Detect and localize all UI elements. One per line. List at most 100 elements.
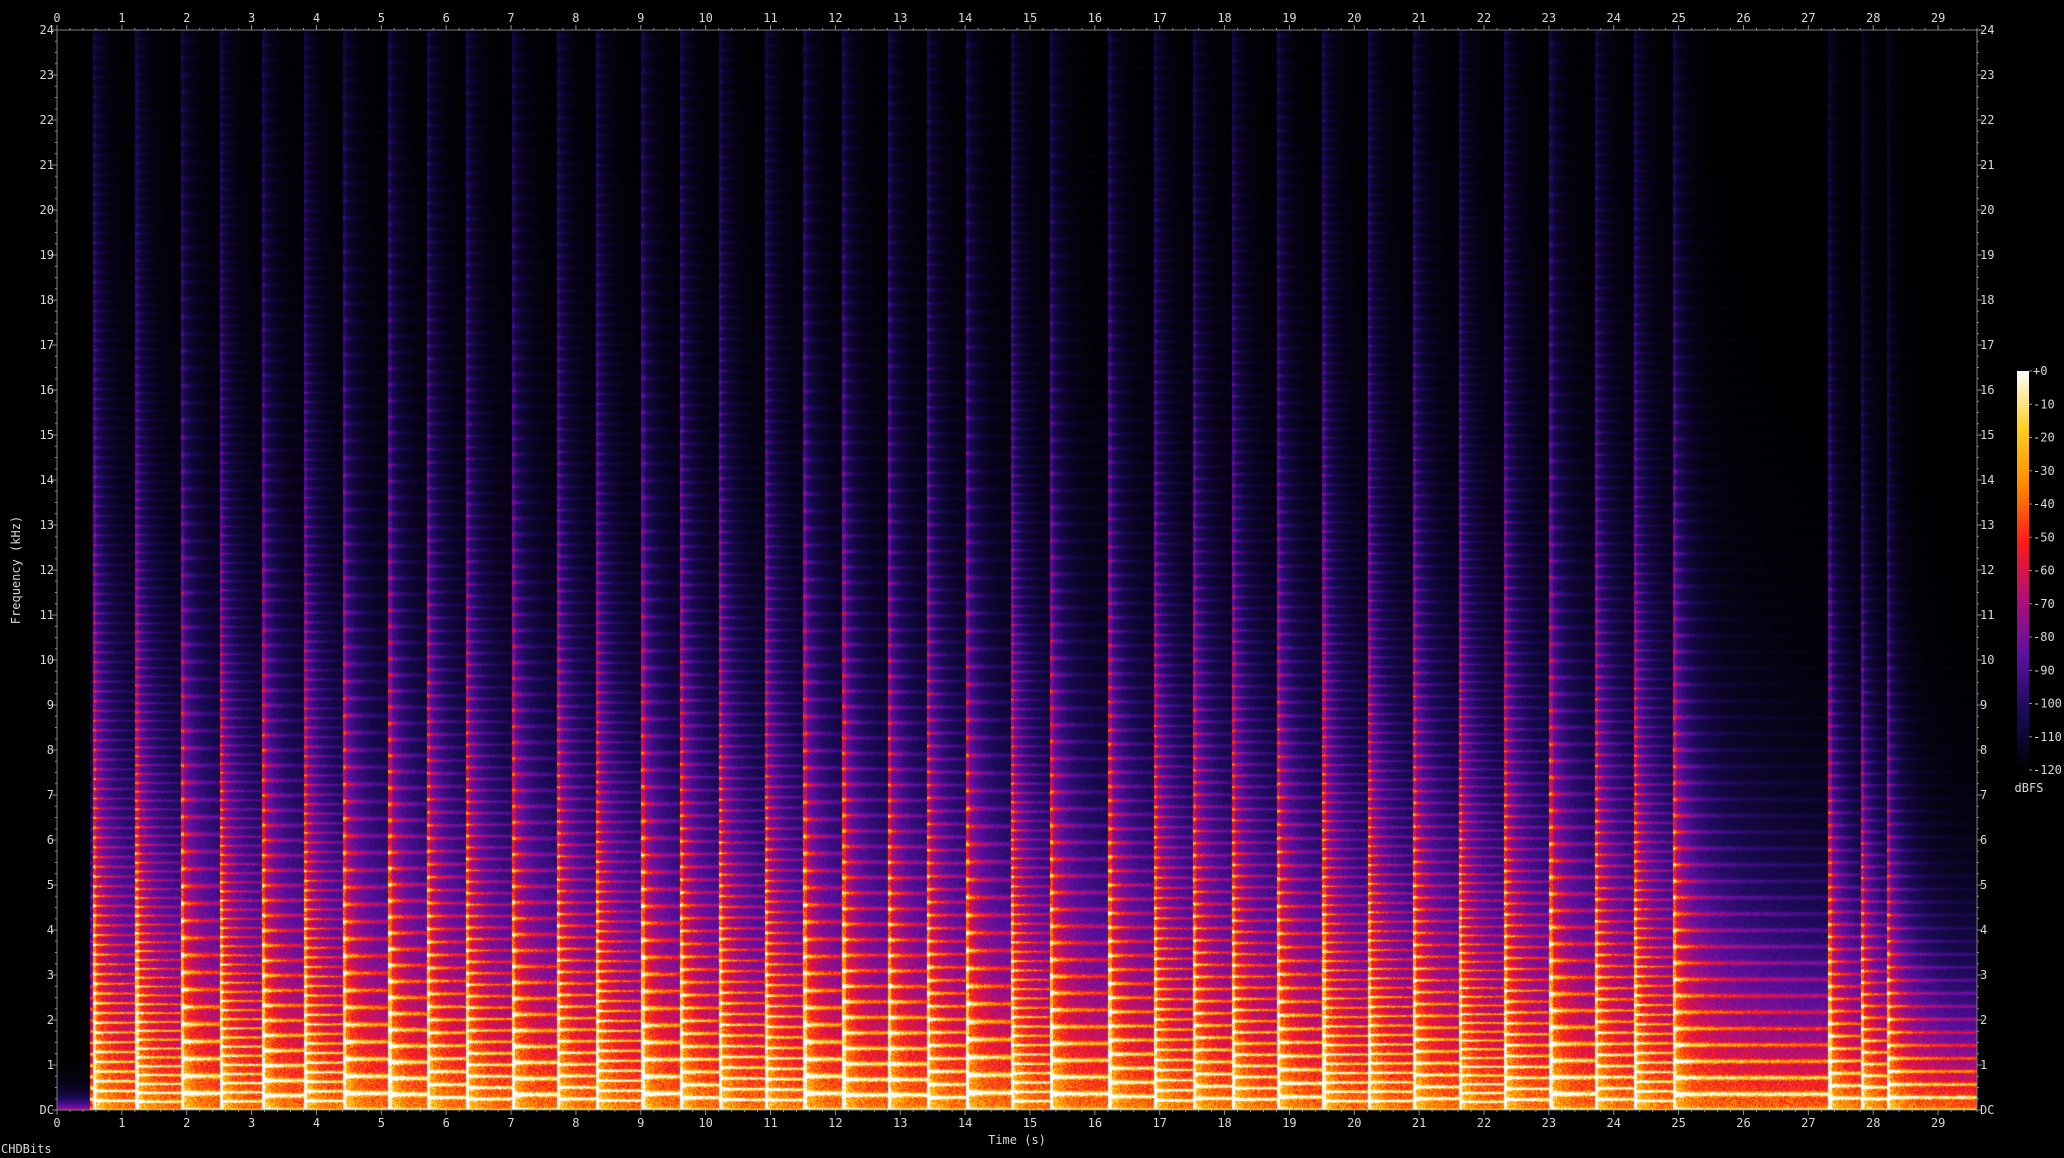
- y-tick-label-left: 3: [47, 968, 54, 982]
- y-tick-label-right: 23: [1980, 68, 1994, 82]
- x-tick-label-bottom: 23: [1542, 1116, 1556, 1130]
- y-tick-label-left: 15: [40, 428, 54, 442]
- y-tick-label-right: 17: [1980, 338, 1994, 352]
- y-tick-label-left: 16: [40, 383, 54, 397]
- x-tick-label-top: 26: [1736, 11, 1750, 25]
- x-tick-label-bottom: 15: [1023, 1116, 1037, 1130]
- x-tick-label-bottom: 4: [313, 1116, 320, 1130]
- x-tick-label-bottom: 7: [507, 1116, 514, 1130]
- y-tick-label-left: 1: [47, 1058, 54, 1072]
- x-tick-label-top: 1: [118, 11, 125, 25]
- x-tick-label-bottom: 13: [893, 1116, 907, 1130]
- colorbar-tick-label: -90: [2033, 663, 2055, 677]
- y-tick-label-left: 13: [40, 518, 54, 532]
- x-tick-label-bottom: 1: [118, 1116, 125, 1130]
- x-tick-label-bottom: 19: [1282, 1116, 1296, 1130]
- y-tick-label-right: 10: [1980, 653, 1994, 667]
- x-tick-label-bottom: 2: [183, 1116, 190, 1130]
- x-tick-label-bottom: 26: [1736, 1116, 1750, 1130]
- x-tick-label-top: 24: [1607, 11, 1621, 25]
- y-tick-label-left: 8: [47, 743, 54, 757]
- y-tick-label-right: 5: [1980, 878, 1987, 892]
- x-tick-label-bottom: 22: [1477, 1116, 1491, 1130]
- y-axis-title: Frequency (kHz): [9, 516, 23, 624]
- y-tick-label-right: 24: [1980, 23, 1994, 37]
- colorbar-label: dBFS: [2015, 781, 2044, 795]
- x-tick-label-top: 20: [1347, 11, 1361, 25]
- y-tick-label-right: 3: [1980, 968, 1987, 982]
- x-tick-label-top: 6: [443, 11, 450, 25]
- y-tick-label-left: 22: [40, 113, 54, 127]
- x-tick-label-bottom: 0: [53, 1116, 60, 1130]
- y-tick-label-left: 17: [40, 338, 54, 352]
- y-tick-label-right: 21: [1980, 158, 1994, 172]
- x-tick-label-top: 18: [1217, 11, 1231, 25]
- colorbar-tick-label: -40: [2033, 497, 2055, 511]
- x-tick-label-top: 0: [53, 11, 60, 25]
- x-tick-label-bottom: 9: [637, 1116, 644, 1130]
- x-tick-label-bottom: 8: [572, 1116, 579, 1130]
- y-tick-label-right: 12: [1980, 563, 1994, 577]
- colorbar-tick-label: -100: [2033, 697, 2062, 711]
- x-tick-label-bottom: 11: [763, 1116, 777, 1130]
- x-tick-label-bottom: 10: [698, 1116, 712, 1130]
- y-tick-label-left: 9: [47, 698, 54, 712]
- y-tick-label-right: 6: [1980, 833, 1987, 847]
- x-tick-label-top: 29: [1931, 11, 1945, 25]
- y-tick-label-right: DC: [1980, 1103, 1994, 1117]
- x-tick-label-top: 7: [507, 11, 514, 25]
- x-tick-label-bottom: 25: [1671, 1116, 1685, 1130]
- x-tick-label-top: 22: [1477, 11, 1491, 25]
- x-tick-label-bottom: 18: [1217, 1116, 1231, 1130]
- plot-frame: [56, 29, 1978, 1111]
- x-tick-label-bottom: 20: [1347, 1116, 1361, 1130]
- x-tick-label-top: 13: [893, 11, 907, 25]
- x-tick-label-top: 11: [763, 11, 777, 25]
- y-tick-label-right: 20: [1980, 203, 1994, 217]
- x-tick-label-top: 2: [183, 11, 190, 25]
- x-tick-label-bottom: 24: [1607, 1116, 1621, 1130]
- y-tick-label-right: 22: [1980, 113, 1994, 127]
- x-tick-label-bottom: 5: [378, 1116, 385, 1130]
- x-tick-label-top: 27: [1801, 11, 1815, 25]
- x-tick-label-bottom: 16: [1088, 1116, 1102, 1130]
- y-tick-label-left: 2: [47, 1013, 54, 1027]
- x-tick-label-top: 12: [828, 11, 842, 25]
- x-tick-label-top: 28: [1866, 11, 1880, 25]
- y-tick-label-right: 2: [1980, 1013, 1987, 1027]
- colorbar-tick-label: -70: [2033, 597, 2055, 611]
- x-tick-label-bottom: 17: [1152, 1116, 1166, 1130]
- x-tick-label-bottom: 6: [443, 1116, 450, 1130]
- y-tick-label-right: 8: [1980, 743, 1987, 757]
- y-tick-label-left: 23: [40, 68, 54, 82]
- x-tick-label-top: 4: [313, 11, 320, 25]
- x-tick-label-top: 16: [1088, 11, 1102, 25]
- colorbar-tick-label: -60: [2033, 564, 2055, 578]
- colorbar-tick-label: -50: [2033, 530, 2055, 544]
- y-tick-label-left: 19: [40, 248, 54, 262]
- colorbar-tick-label: -110: [2033, 730, 2062, 744]
- x-tick-label-top: 8: [572, 11, 579, 25]
- colorbar-tick-label: -20: [2033, 431, 2055, 445]
- colorbar-gradient: [2017, 371, 2029, 770]
- y-tick-label-left: 4: [47, 923, 54, 937]
- y-tick-label-right: 9: [1980, 698, 1987, 712]
- x-tick-label-top: 23: [1542, 11, 1556, 25]
- y-tick-label-right: 11: [1980, 608, 1994, 622]
- colorbar-tick-label: -10: [2033, 397, 2055, 411]
- x-tick-label-top: 3: [248, 11, 255, 25]
- x-tick-label-top: 10: [698, 11, 712, 25]
- x-tick-label-top: 21: [1412, 11, 1426, 25]
- x-tick-label-top: 17: [1152, 11, 1166, 25]
- x-tick-label-bottom: 21: [1412, 1116, 1426, 1130]
- x-tick-label-bottom: 14: [958, 1116, 972, 1130]
- colorbar-tick-label: -80: [2033, 630, 2055, 644]
- colorbar-tick-label: +0: [2033, 364, 2047, 378]
- y-tick-label-right: 4: [1980, 923, 1987, 937]
- x-axis-title: Time (s): [988, 1133, 1046, 1147]
- y-tick-label-left: 10: [40, 653, 54, 667]
- x-tick-label-bottom: 27: [1801, 1116, 1815, 1130]
- y-tick-label-left: 11: [40, 608, 54, 622]
- y-tick-label-right: 7: [1980, 788, 1987, 802]
- footer-label: CHDBits: [1, 1142, 52, 1156]
